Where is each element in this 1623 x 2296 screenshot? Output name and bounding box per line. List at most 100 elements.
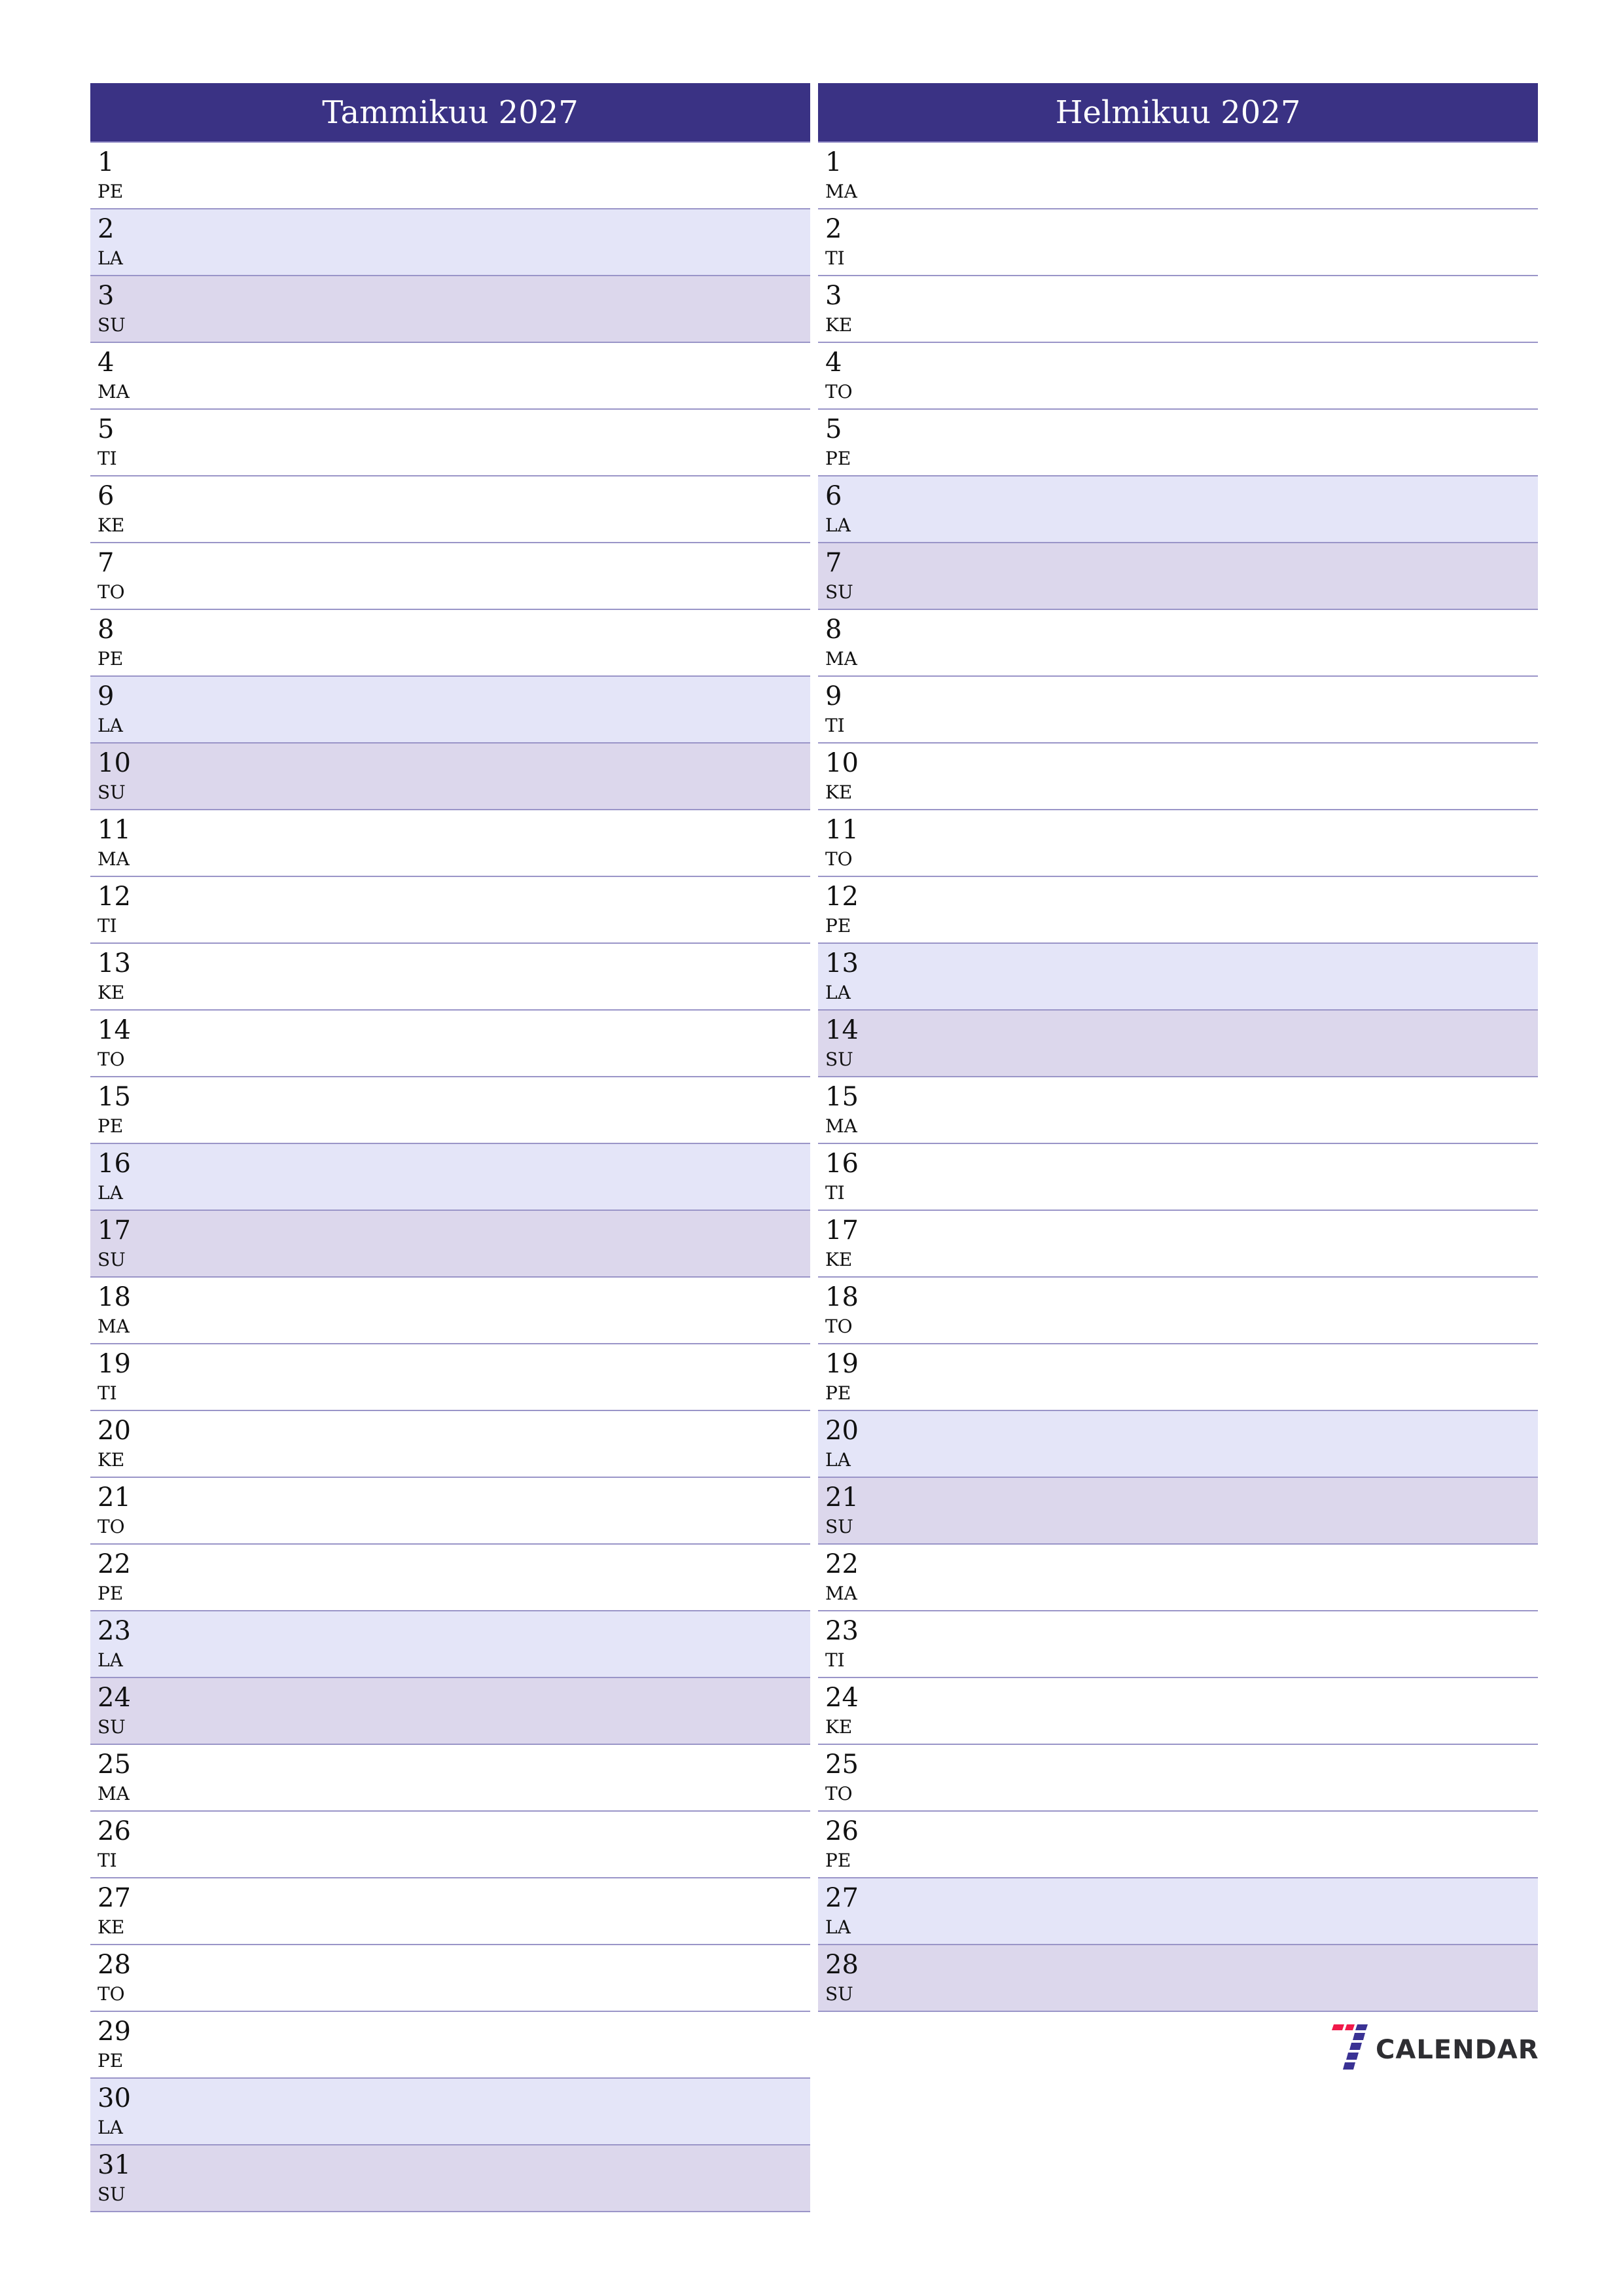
day-number: 1	[825, 147, 842, 177]
weekday-label: TO	[98, 581, 125, 603]
day-number: 25	[825, 1749, 859, 1780]
day-number: 28	[825, 1950, 859, 1980]
day-row: 6 LA	[818, 476, 1538, 543]
day-row: 19 TI	[90, 1344, 810, 1411]
weekday-label: PE	[98, 2050, 124, 2072]
day-number: 10	[98, 748, 131, 778]
weekday-label: TO	[98, 1983, 125, 2005]
weekday-label: KE	[825, 1716, 853, 1738]
day-row: 22 MA	[818, 1545, 1538, 1611]
weekday-label: KE	[98, 514, 125, 536]
day-row: 21 SU	[818, 1478, 1538, 1545]
day-number: 4	[98, 348, 115, 378]
day-number: 26	[825, 1816, 859, 1846]
brand-logo: CALENDAR	[1329, 2024, 1539, 2075]
weekday-label: PE	[98, 1115, 124, 1137]
day-row: 17 KE	[818, 1211, 1538, 1278]
weekday-label: SU	[98, 1716, 126, 1738]
day-number: 14	[825, 1015, 859, 1045]
weekday-label: SU	[98, 1249, 126, 1270]
day-row: 7 TO	[90, 543, 810, 610]
weekday-label: TO	[825, 1783, 853, 1804]
day-number: 16	[98, 1149, 131, 1179]
weekday-label: PE	[98, 181, 124, 202]
day-row: 1 MA	[818, 143, 1538, 209]
day-row: 5 PE	[818, 410, 1538, 476]
day-row: 29 PE	[90, 2012, 810, 2079]
day-row: 12 PE	[818, 877, 1538, 944]
weekday-label: MA	[825, 648, 857, 670]
day-row: 18 TO	[818, 1278, 1538, 1344]
weekday-label: PE	[98, 648, 124, 670]
weekday-label: KE	[825, 781, 853, 803]
day-number: 16	[825, 1149, 859, 1179]
day-number: 28	[98, 1950, 131, 1980]
day-number: 9	[825, 681, 842, 711]
day-row: 15 PE	[90, 1077, 810, 1144]
day-row: 3 KE	[818, 276, 1538, 343]
day-row: 15 MA	[818, 1077, 1538, 1144]
weekday-label: TI	[98, 1850, 117, 1871]
day-row: 27 LA	[818, 1878, 1538, 1945]
day-number: 19	[98, 1349, 131, 1379]
day-row: 24 KE	[818, 1678, 1538, 1745]
weekday-label: SU	[825, 1049, 853, 1070]
day-number: 24	[825, 1683, 859, 1713]
day-row: 16 LA	[90, 1144, 810, 1211]
day-row: 4 TO	[818, 343, 1538, 410]
weekday-label: MA	[98, 381, 130, 403]
day-number: 31	[98, 2150, 131, 2180]
weekday-label: MA	[825, 181, 857, 202]
day-number: 15	[98, 1082, 131, 1112]
day-row: 1 PE	[90, 143, 810, 209]
day-row: 25 MA	[90, 1745, 810, 1812]
weekday-label: KE	[825, 1249, 853, 1270]
month-title: Tammikuu 2027	[90, 83, 810, 143]
day-row: 6 KE	[90, 476, 810, 543]
day-number: 7	[98, 548, 115, 578]
day-row: 25 TO	[818, 1745, 1538, 1812]
weekday-label: LA	[98, 1182, 123, 1204]
weekday-label: MA	[825, 1115, 857, 1137]
weekday-label: TI	[825, 247, 845, 269]
weekday-label: TO	[825, 848, 853, 870]
weekday-label: LA	[825, 982, 851, 1003]
weekday-label: MA	[825, 1583, 857, 1604]
weekday-label: TI	[98, 448, 117, 469]
weekday-label: KE	[98, 1916, 125, 1938]
day-row: 22 PE	[90, 1545, 810, 1611]
day-row: 10 KE	[818, 744, 1538, 810]
day-number: 5	[98, 414, 115, 444]
day-row: 28 SU	[818, 1945, 1538, 2012]
weekday-label: LA	[825, 1916, 851, 1938]
day-number: 11	[98, 815, 131, 845]
day-number: 18	[98, 1282, 131, 1312]
day-row: 7 SU	[818, 543, 1538, 610]
day-row: 14 TO	[90, 1011, 810, 1077]
day-number: 13	[825, 948, 859, 978]
day-row: 4 MA	[90, 343, 810, 410]
weekday-label: TO	[98, 1516, 125, 1537]
day-number: 7	[825, 548, 842, 578]
day-row: 24 SU	[90, 1678, 810, 1745]
day-number: 22	[825, 1549, 859, 1579]
weekday-label: LA	[98, 715, 123, 736]
weekday-label: TI	[825, 715, 845, 736]
day-number: 27	[825, 1883, 859, 1913]
7-logo-icon	[1332, 2024, 1368, 2070]
day-number: 20	[825, 1416, 859, 1446]
day-row: 26 TI	[90, 1812, 810, 1878]
day-number: 17	[825, 1215, 859, 1246]
weekday-label: PE	[825, 1382, 851, 1404]
weekday-label: LA	[98, 247, 123, 269]
day-row: 2 TI	[818, 209, 1538, 276]
weekday-label: SU	[825, 1516, 853, 1537]
weekday-label: TO	[825, 381, 853, 403]
month-january: Tammikuu 2027 1 PE 2 LA 3 SU 4 MA 5 TI 6 KE 7 TO 8 PE 9 L…	[90, 83, 810, 2212]
weekday-label: LA	[98, 1649, 123, 1671]
day-number: 2	[825, 214, 842, 244]
day-row: 8 PE	[90, 610, 810, 677]
day-row: 11 TO	[818, 810, 1538, 877]
weekday-label: TI	[825, 1182, 845, 1204]
weekday-label: LA	[825, 514, 851, 536]
